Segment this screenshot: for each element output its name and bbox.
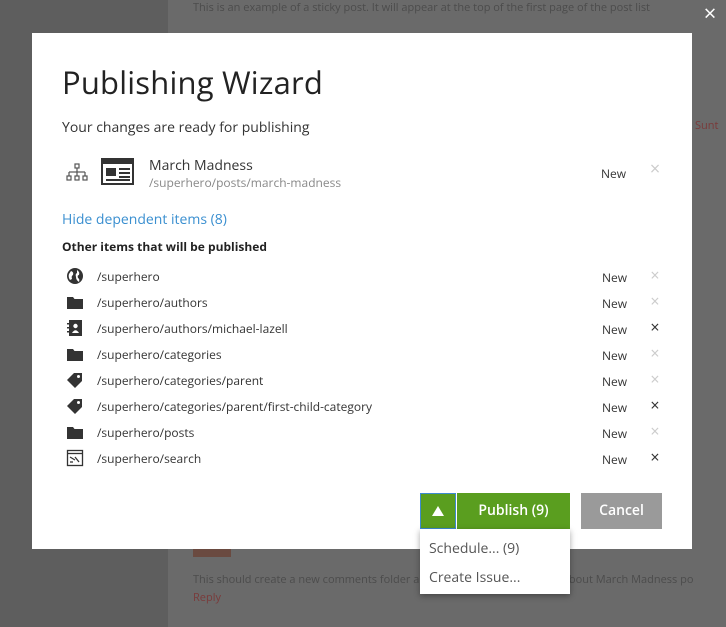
background-reply-link: Reply [193, 590, 221, 605]
dependent-item-row: /superhero/authors New × [32, 289, 692, 315]
sitemap-icon [66, 163, 88, 181]
publish-button[interactable]: Publish (9) [457, 493, 570, 529]
publish-options-menu: Schedule... (9) Create Issue... [420, 529, 570, 594]
triangle-up-icon [432, 506, 444, 516]
remove-icon[interactable]: × [647, 319, 663, 335]
background-sticky-text: This is an example of a sticky post. It … [193, 0, 650, 15]
dependent-item-path: /superhero/categories [97, 346, 222, 363]
dependent-item-status: New [602, 425, 628, 442]
remove-icon[interactable]: × [647, 371, 663, 387]
dialog-title: Publishing Wizard [62, 62, 324, 104]
dependent-item-status: New [602, 347, 628, 364]
tag-icon [67, 373, 82, 388]
overlay-close-icon[interactable]: × [700, 2, 720, 24]
publishing-wizard-dialog: Publishing Wizard Your changes are ready… [32, 33, 692, 549]
folder-icon [67, 427, 83, 439]
dependent-item-path: /superhero/categories/parent [97, 372, 264, 389]
remove-icon[interactable]: × [647, 345, 663, 361]
dependent-item-row: /superhero/categories New × [32, 341, 692, 367]
dependent-item-status: New [602, 295, 628, 312]
background-red-text: Sunt [695, 118, 719, 133]
other-items-heading: Other items that will be published [62, 238, 267, 255]
dependent-item-path: /superhero [97, 268, 160, 285]
main-item-remove-icon[interactable]: × [647, 160, 663, 178]
dependent-item-status: New [602, 373, 628, 390]
dependent-item-path: /superhero/authors [97, 294, 208, 311]
dependent-item-status: New [602, 269, 628, 286]
remove-icon[interactable]: × [647, 449, 663, 465]
globe-icon [67, 268, 83, 284]
dependent-item-row: /superhero/authors/michael-lazell New × [32, 315, 692, 341]
tag-icon [67, 399, 82, 414]
main-item-path: /superhero/posts/march-madness [149, 174, 342, 191]
folder-icon [67, 297, 83, 309]
hide-dependent-items-link[interactable]: Hide dependent items (8) [62, 210, 227, 229]
dependent-item-path: /superhero/authors/michael-lazell [97, 320, 288, 337]
remove-icon[interactable]: × [647, 423, 663, 439]
contact-icon [67, 320, 82, 336]
remove-icon[interactable]: × [647, 397, 663, 413]
cancel-button[interactable]: Cancel [581, 493, 662, 529]
dependent-item-row: /superhero/categories/parent/first-child… [32, 393, 692, 419]
main-item-status: New [601, 165, 627, 182]
dependent-item-path: /superhero/search [97, 450, 202, 467]
dependent-item-row: /superhero/categories/parent New × [32, 367, 692, 393]
create-issue-menu-item[interactable]: Create Issue... [429, 568, 520, 587]
dialog-subtitle: Your changes are ready for publishing [62, 118, 310, 137]
remove-icon[interactable]: × [647, 293, 663, 309]
dependent-item-status: New [602, 451, 628, 468]
dependent-item-row: /superhero New × [32, 263, 692, 289]
page-icon [101, 158, 134, 185]
main-item-name: March Madness [149, 156, 253, 175]
main-publish-item: March Madness /superhero/posts/march-mad… [32, 151, 692, 193]
dependent-items-list: /superhero New × /superhero/authors New … [32, 263, 692, 471]
dependent-item-path: /superhero/categories/parent/first-child… [97, 398, 373, 415]
remove-icon[interactable]: × [647, 267, 663, 283]
dependent-item-row: /superhero/search New × [32, 445, 692, 471]
search-page-icon [66, 449, 84, 467]
schedule-menu-item[interactable]: Schedule... (9) [429, 539, 519, 558]
dependent-item-status: New [602, 321, 628, 338]
folder-icon [67, 349, 83, 361]
dependent-item-row: /superhero/posts New × [32, 419, 692, 445]
dependent-item-status: New [602, 399, 628, 416]
publish-options-toggle-button[interactable] [420, 493, 456, 529]
dependent-item-path: /superhero/posts [97, 424, 195, 441]
